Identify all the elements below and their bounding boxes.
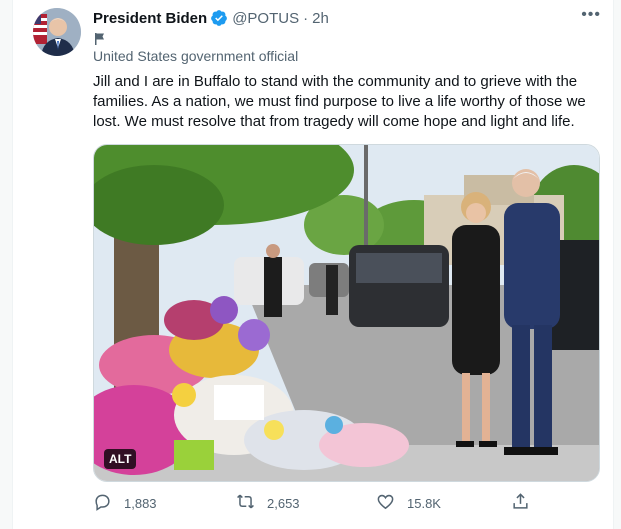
account-label: United States government official xyxy=(93,48,299,64)
like-icon xyxy=(376,492,407,514)
like-button[interactable]: 15.8K xyxy=(376,492,441,514)
author-name[interactable]: President Biden xyxy=(93,10,207,27)
flag-icon xyxy=(93,32,107,46)
like-count: 15.8K xyxy=(407,495,441,511)
reply-count: 1,883 xyxy=(124,495,157,511)
reply-icon xyxy=(93,492,124,514)
reply-button[interactable]: 1,883 xyxy=(93,492,157,514)
tweet-photo[interactable]: ALT xyxy=(93,144,600,482)
share-button[interactable] xyxy=(511,492,542,514)
retweet-button[interactable]: 2,653 xyxy=(236,492,300,514)
tweet-card[interactable]: President Biden @POTUS · 2h ••• United S… xyxy=(12,0,614,529)
author-handle[interactable]: @POTUS xyxy=(232,10,299,27)
tweet-header: President Biden @POTUS · 2h ••• xyxy=(93,6,601,28)
share-icon xyxy=(511,492,542,514)
tweet-text: Jill and I are in Buffalo to stand with … xyxy=(93,73,586,130)
more-icon[interactable]: ••• xyxy=(581,6,601,24)
alt-badge[interactable]: ALT xyxy=(104,449,137,469)
verified-badge-icon xyxy=(210,9,228,27)
separator-dot: · xyxy=(303,9,309,27)
retweet-count: 2,653 xyxy=(267,495,300,511)
tweet-timestamp[interactable]: 2h xyxy=(312,10,329,27)
avatar[interactable] xyxy=(33,8,81,56)
tweet-actions: 1,883 2,653 15.8K xyxy=(93,492,528,516)
retweet-icon xyxy=(236,492,267,514)
